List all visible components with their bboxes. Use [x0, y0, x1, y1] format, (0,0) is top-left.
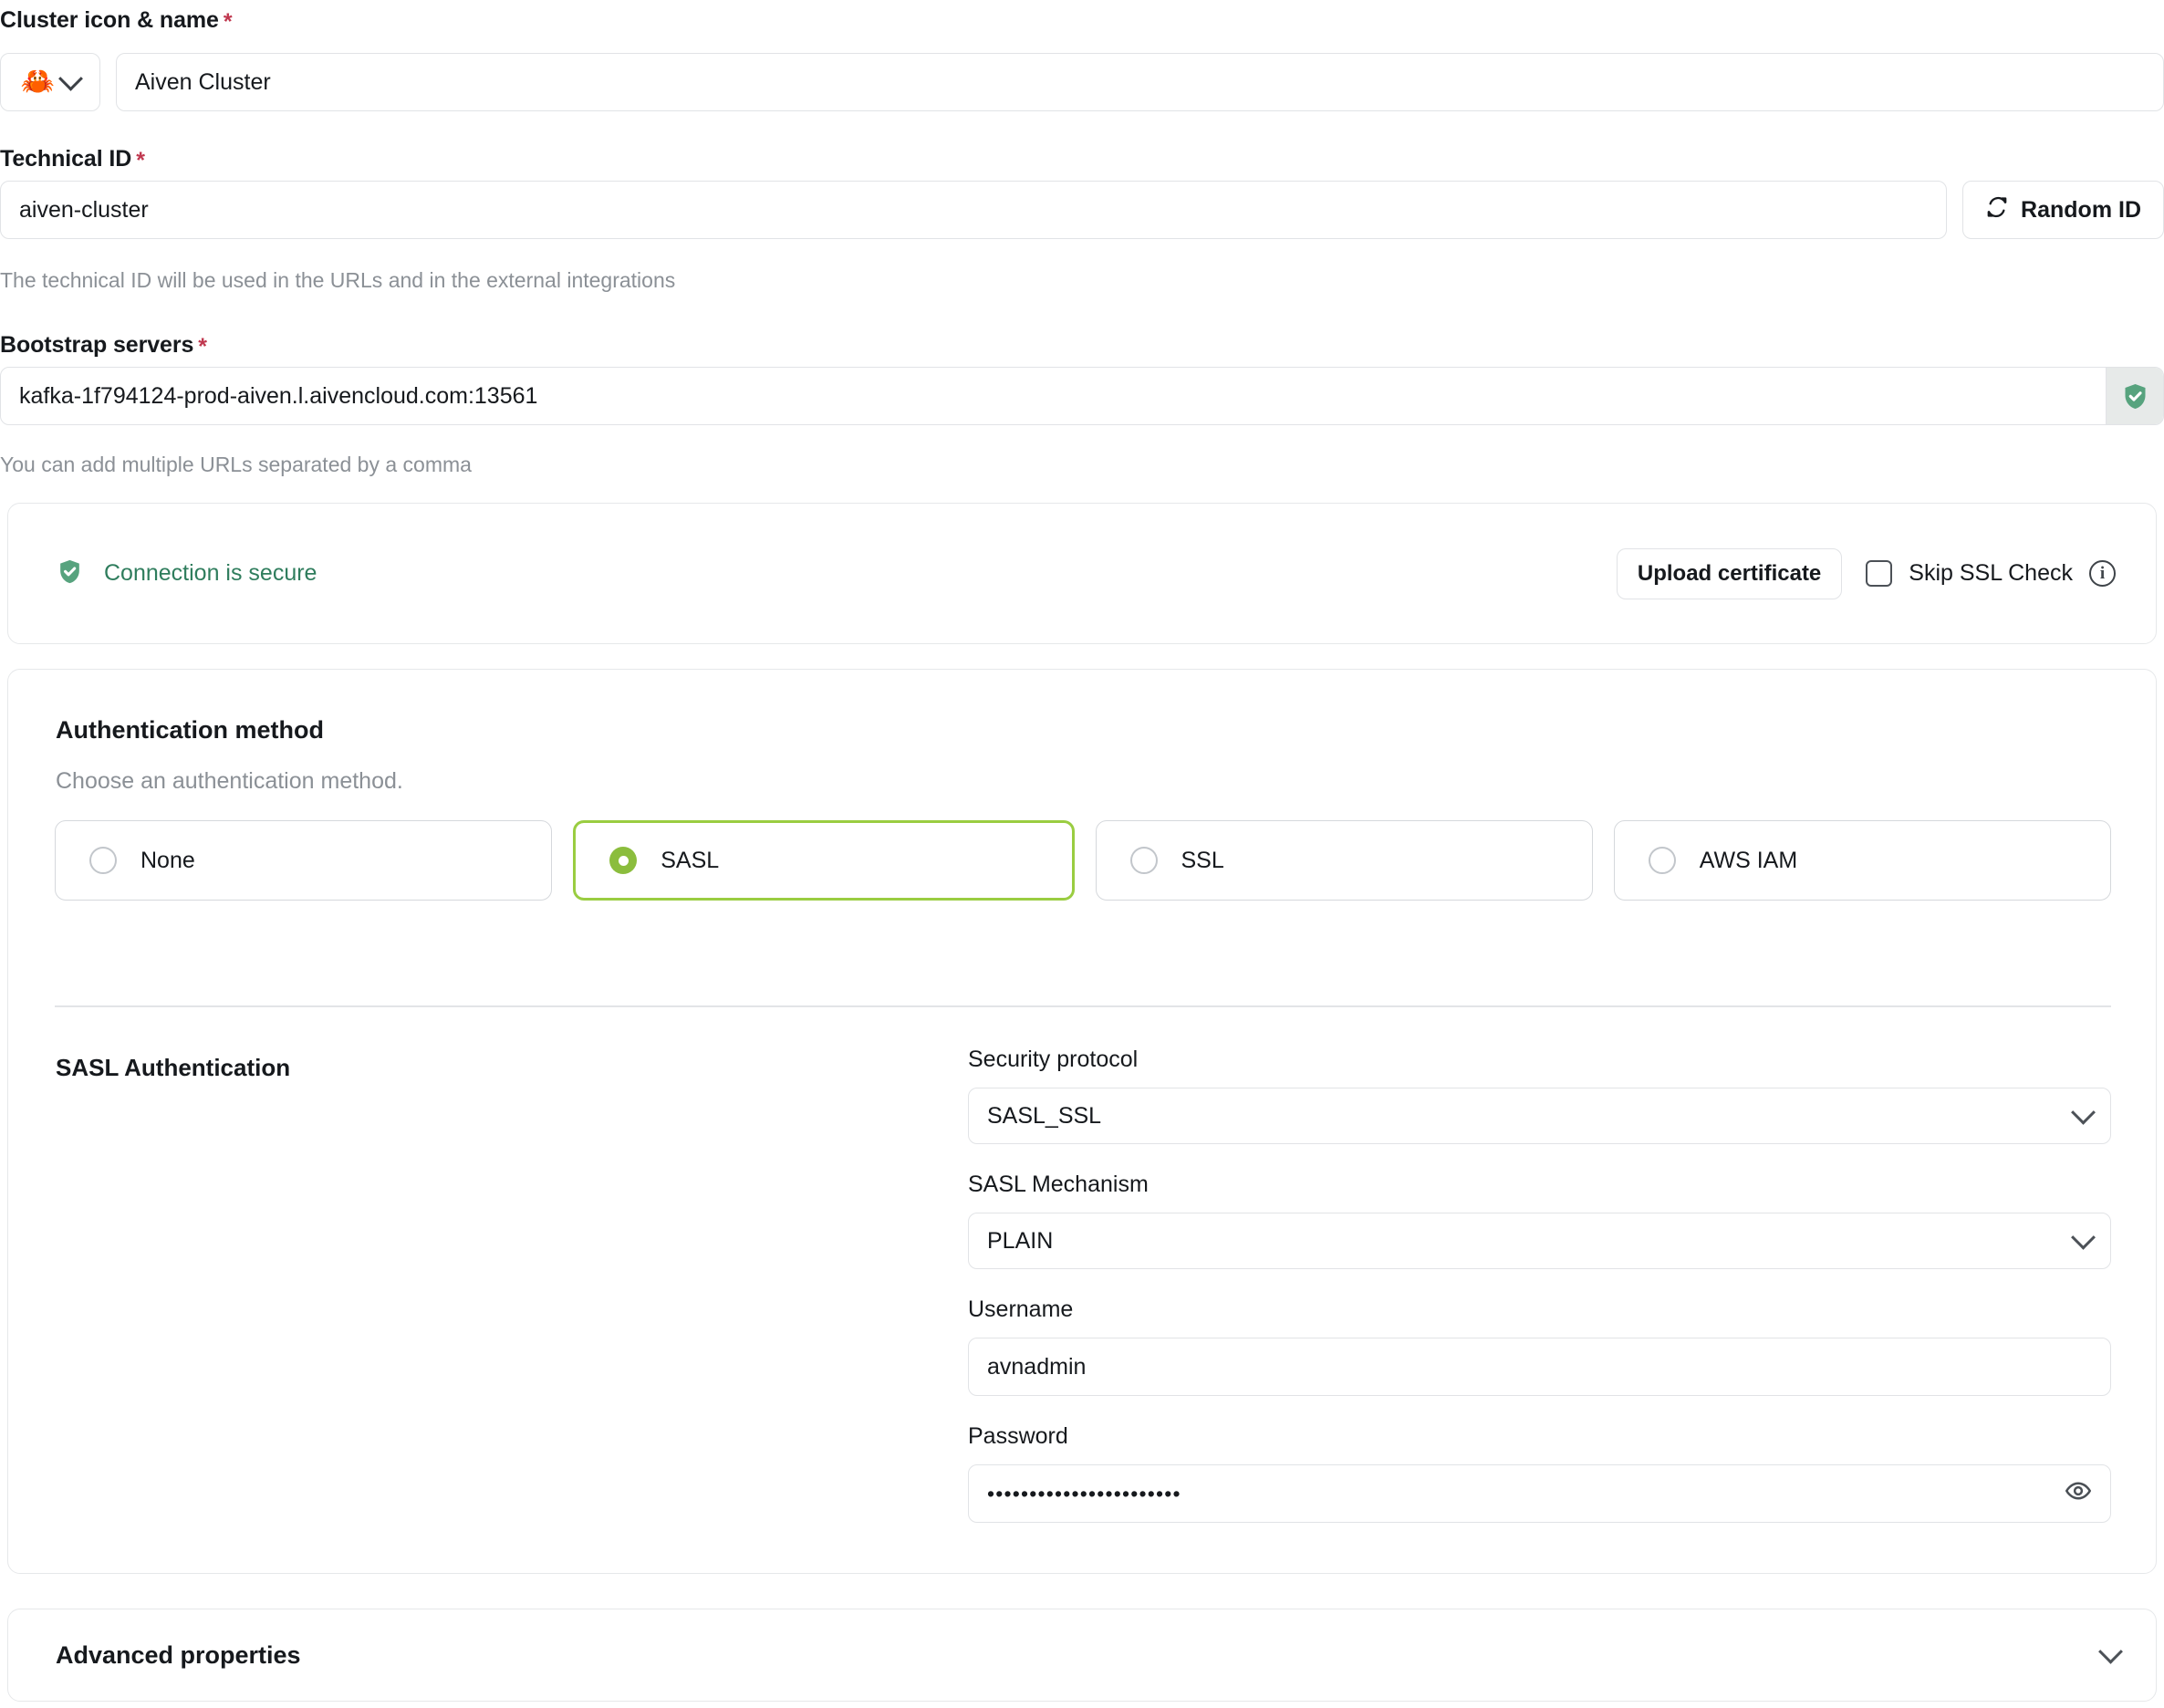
- bootstrap-servers-label-text: Bootstrap servers: [0, 332, 194, 358]
- sasl-mechanism-group: SASL Mechanism PLAIN: [968, 1173, 2111, 1269]
- auth-option-sasl-label: SASL: [661, 847, 720, 873]
- bootstrap-servers-row: kafka-1f794124-prod-aiven.l.aivencloud.c…: [0, 367, 2164, 425]
- auth-option-ssl-label: SSL: [1181, 847, 1224, 873]
- cluster-name-label-text: Cluster icon & name: [0, 7, 219, 33]
- upload-certificate-label: Upload certificate: [1637, 560, 1822, 586]
- skip-ssl-check-label: Skip SSL Check: [1909, 560, 2073, 586]
- random-id-button[interactable]: Random ID: [1962, 181, 2164, 239]
- password-group: Password •••••••••••••••••••••••: [968, 1425, 2111, 1523]
- connection-secure-actions: Upload certificate Skip SSL Check i: [1616, 547, 2116, 599]
- username-group: Username avnadmin: [968, 1298, 2111, 1396]
- technical-id-label: Technical ID *: [0, 146, 145, 173]
- auth-option-aws-iam[interactable]: AWS IAM: [1613, 820, 2111, 901]
- cluster-name-value: Aiven Cluster: [135, 68, 271, 95]
- connection-secure-card: Connection is secure Upload certificate …: [7, 503, 2157, 644]
- security-protocol-value: SASL_SSL: [987, 1102, 1102, 1129]
- sasl-authentication-heading: SASL Authentication: [56, 1054, 291, 1081]
- chevron-down-icon: [58, 66, 84, 91]
- advanced-properties-card[interactable]: Advanced properties: [7, 1609, 2157, 1702]
- chevron-down-icon[interactable]: [2098, 1639, 2123, 1664]
- username-value: avnadmin: [987, 1353, 1087, 1380]
- bootstrap-servers-label: Bootstrap servers *: [0, 332, 207, 359]
- cluster-name-input[interactable]: Aiven Cluster: [116, 53, 2164, 111]
- cluster-configuration-form: Cluster icon & name * 🦀 Aiven Cluster Tec…: [0, 0, 2164, 1708]
- connection-secure-inner: Connection is secure Upload certificate …: [8, 504, 2156, 643]
- technical-id-input[interactable]: aiven-cluster: [0, 181, 1948, 239]
- authentication-method-options: None SASL SSL AWS IAM: [55, 820, 2111, 901]
- random-id-button-label: Random ID: [2021, 196, 2141, 223]
- bootstrap-servers-helper-text: You can add multiple URLs separated by a…: [0, 453, 472, 476]
- radio-selected-icon[interactable]: [609, 847, 638, 874]
- technical-id-value: aiven-cluster: [19, 196, 149, 223]
- connection-secure-text: Connection is secure: [104, 560, 317, 586]
- required-asterisk: *: [136, 148, 145, 173]
- security-protocol-label: Security protocol: [968, 1047, 1139, 1072]
- refresh-icon: [1985, 195, 2009, 225]
- advanced-properties-header[interactable]: Advanced properties: [8, 1609, 2156, 1701]
- auth-option-aws-iam-label: AWS IAM: [1699, 847, 1798, 873]
- required-asterisk: *: [223, 9, 233, 35]
- cluster-icon-picker[interactable]: 🦀: [0, 53, 100, 111]
- technical-id-label-text: Technical ID: [0, 146, 132, 172]
- auth-option-sasl[interactable]: SASL: [573, 820, 1075, 901]
- authentication-method-title: Authentication method: [56, 716, 324, 744]
- sasl-mechanism-label: SASL Mechanism: [968, 1172, 1149, 1197]
- password-label: Password: [968, 1423, 1068, 1449]
- sasl-authentication-fields: Security protocol SASL_SSL SASL Mechanis…: [968, 1048, 2111, 1523]
- technical-id-row: aiven-cluster Random ID: [0, 181, 2164, 239]
- sasl-mechanism-select[interactable]: PLAIN: [968, 1213, 2111, 1269]
- chevron-down-icon: [2071, 1099, 2096, 1125]
- eye-icon[interactable]: [2065, 1477, 2092, 1511]
- connection-secure-status: Connection is secure: [56, 557, 317, 590]
- shield-check-icon: [56, 557, 84, 590]
- technical-id-helper-text: The technical ID will be used in the URL…: [0, 268, 676, 292]
- authentication-method-card: Authentication method Choose an authenti…: [7, 669, 2157, 1574]
- cluster-icon-name-row: 🦀 Aiven Cluster: [0, 53, 2164, 111]
- auth-option-none[interactable]: None: [55, 820, 553, 901]
- password-value: •••••••••••••••••••••••: [987, 1481, 1181, 1505]
- bootstrap-servers-input[interactable]: kafka-1f794124-prod-aiven.l.aivencloud.c…: [0, 367, 2164, 425]
- advanced-properties-title: Advanced properties: [56, 1640, 301, 1669]
- security-protocol-select[interactable]: SASL_SSL: [968, 1088, 2111, 1144]
- cluster-name-label: Cluster icon & name *: [0, 7, 233, 35]
- radio-icon[interactable]: [1129, 847, 1158, 874]
- upload-certificate-button[interactable]: Upload certificate: [1616, 547, 1843, 599]
- crab-emoji-icon: 🦀: [20, 67, 56, 97]
- required-asterisk: *: [198, 334, 207, 359]
- bootstrap-servers-value: kafka-1f794124-prod-aiven.l.aivencloud.c…: [19, 382, 538, 409]
- auth-option-ssl[interactable]: SSL: [1095, 820, 1593, 901]
- password-input[interactable]: •••••••••••••••••••••••: [968, 1464, 2111, 1523]
- username-label: Username: [968, 1297, 1074, 1322]
- auth-option-none-label: None: [140, 847, 195, 873]
- skip-ssl-check-checkbox[interactable]: [1866, 560, 1893, 587]
- security-protocol-group: Security protocol SASL_SSL: [968, 1048, 2111, 1144]
- auth-divider: [55, 1005, 2111, 1007]
- authentication-method-subtitle: Choose an authentication method.: [56, 768, 403, 794]
- username-input[interactable]: avnadmin: [968, 1338, 2111, 1396]
- radio-icon[interactable]: [1648, 847, 1676, 874]
- radio-icon[interactable]: [89, 847, 117, 874]
- sasl-mechanism-value: PLAIN: [987, 1227, 1054, 1254]
- shield-check-icon: [2106, 368, 2163, 424]
- skip-ssl-check-control[interactable]: Skip SSL Check i: [1866, 560, 2116, 587]
- chevron-down-icon: [2071, 1224, 2096, 1250]
- info-icon[interactable]: i: [2089, 560, 2116, 587]
